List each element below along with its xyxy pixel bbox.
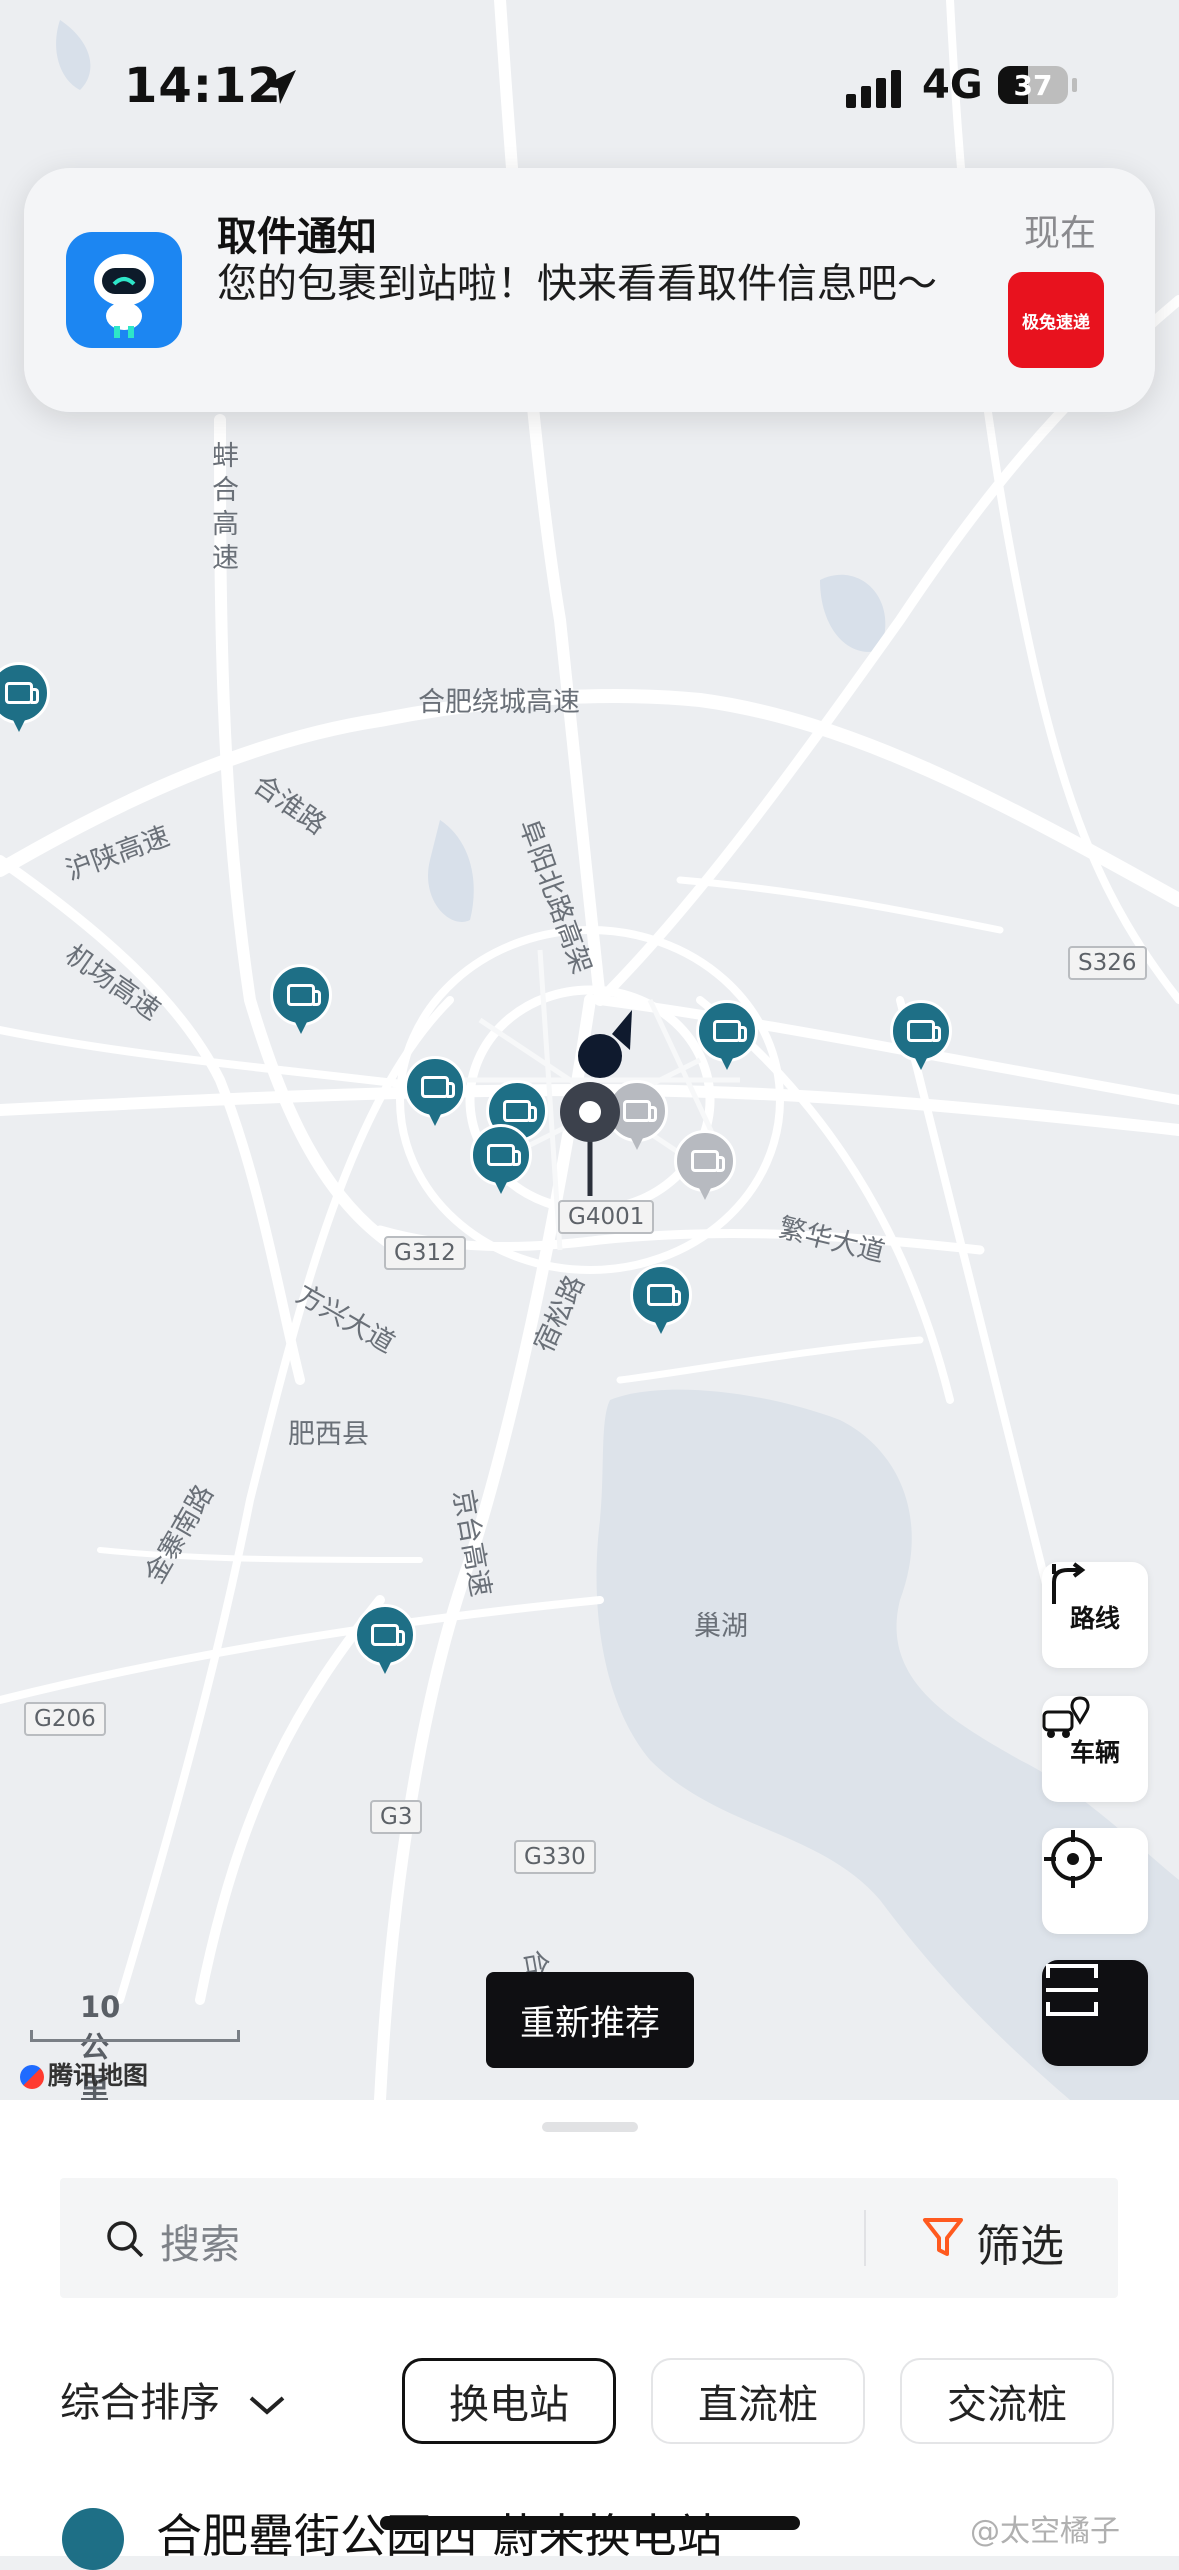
search-divider: [864, 2210, 866, 2266]
map-label: 巢湖: [694, 1611, 748, 1642]
crosshair-icon: [1044, 1830, 1102, 1888]
sheet-drag-handle[interactable]: [542, 2122, 638, 2132]
swap-station-pin[interactable]: [890, 1000, 952, 1074]
swap-station-pin[interactable]: [630, 1264, 692, 1338]
chip-dc-charger[interactable]: 直流桩: [651, 2358, 865, 2444]
notification-title: 取件通知: [217, 214, 377, 260]
swap-station-pin[interactable]: [404, 1056, 466, 1130]
locate-me-button[interactable]: [1042, 1828, 1148, 1934]
road-shield: G330: [514, 1840, 596, 1874]
chip-swap-station[interactable]: 换电站: [402, 2358, 616, 2444]
search-icon: [107, 2221, 144, 2258]
scan-button[interactable]: [1042, 1960, 1148, 2066]
map-label: 肥西县: [288, 1419, 369, 1450]
re-recommend-button[interactable]: 重新推荐: [486, 1972, 694, 2068]
filter-button[interactable]: 筛选: [976, 2210, 1064, 2274]
battery-cap: [1072, 78, 1077, 92]
scan-icon: [1046, 1964, 1098, 2016]
chip-ac-charger[interactable]: 交流桩: [900, 2358, 1114, 2444]
watermark: @太空橘子: [970, 2514, 1120, 2549]
vehicle-button[interactable]: 车辆: [1042, 1696, 1148, 1802]
current-location-marker: [560, 1010, 632, 1196]
sort-label: 综合排序: [60, 2380, 220, 2426]
map-label: 蚌合高速: [212, 441, 239, 574]
swap-station-pin[interactable]: [270, 964, 332, 1038]
signal-icon: [846, 70, 901, 108]
home-indicator[interactable]: [380, 2516, 800, 2530]
chevron-down-icon: [249, 2396, 285, 2415]
reservoir: [428, 820, 474, 922]
road-shield: G312: [384, 1236, 466, 1270]
tencent-map-logo-icon: [20, 2065, 44, 2089]
route-button[interactable]: 路线: [1042, 1562, 1148, 1668]
road-shield: G206: [24, 1702, 106, 1736]
swap-station-pin[interactable]: [0, 662, 50, 736]
lake-north: [820, 574, 886, 652]
swap-station-pin[interactable]: [696, 1000, 758, 1074]
bottom-sheet: 搜索 筛选 综合排序 换电站 直流桩 交流桩 合肥罍街公园西 蔚来换电站: [0, 2100, 1179, 2570]
swap-station-pin[interactable]: [354, 1604, 416, 1678]
scale-bar: [30, 2030, 240, 2042]
route-icon: [1052, 1562, 1086, 1604]
unavailable-station-pin[interactable]: [674, 1130, 736, 1204]
road-shield: S326: [1068, 946, 1147, 980]
app-icon: [66, 232, 182, 348]
search-bar[interactable]: 搜索 筛选: [60, 2178, 1118, 2298]
network-type: 4G: [922, 62, 983, 108]
location-arrow-icon: [262, 70, 296, 104]
map-provider: 腾讯地图: [20, 2056, 148, 2092]
road-shield: G3: [370, 1800, 423, 1834]
notification-thumbnail: 极兔速递: [1008, 272, 1104, 368]
filter-icon: [923, 2218, 963, 2256]
vehicle-location-icon: [1042, 1696, 1090, 1738]
swap-station-icon: [62, 2508, 124, 2570]
swap-station-pin[interactable]: [470, 1124, 532, 1198]
robot-mascot-icon: [94, 254, 154, 338]
push-notification[interactable]: 取件通知 您的包裹到站啦！快来看看取件信息吧～ 现在 极兔速递: [24, 168, 1155, 412]
sort-dropdown[interactable]: 综合排序: [60, 2370, 287, 2428]
search-input[interactable]: 搜索: [160, 2212, 240, 2270]
map-label: 合肥绕城高速: [418, 687, 580, 718]
station-name: 合肥罍街公园西 蔚来换电站: [156, 2509, 723, 2563]
notification-body: 您的包裹到站啦！快来看看取件信息吧～: [217, 261, 937, 307]
notification-time: 现在: [1024, 213, 1097, 254]
battery-icon: 37: [998, 66, 1068, 104]
battery-level: 37: [1013, 69, 1053, 102]
provider-label: 腾讯地图: [48, 2061, 149, 2090]
road-shield: G4001: [558, 1200, 655, 1234]
status-bar: 14:12 4G 37: [0, 40, 1179, 130]
